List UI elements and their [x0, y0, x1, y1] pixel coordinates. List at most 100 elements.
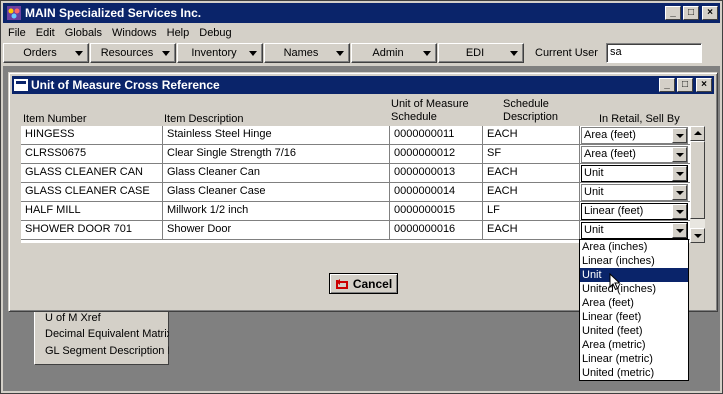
close-button[interactable]: × [702, 6, 718, 20]
edi-button[interactable]: EDI [438, 43, 524, 63]
item-description-cell[interactable]: Glass Cleaner Case [163, 183, 390, 202]
uom-schedule-cell[interactable]: 0000000011 [390, 126, 483, 145]
dropdown-arrow-icon [423, 51, 431, 56]
uom-schedule-cell[interactable]: 0000000015 [390, 202, 483, 221]
sell-by-select[interactable]: Unit [581, 165, 688, 182]
item-description-cell[interactable]: Millwork 1/2 inch [163, 202, 390, 221]
dropdown-arrow-icon [162, 51, 170, 56]
header-item-description: Item Description [164, 113, 244, 125]
item-description-cell[interactable]: Shower Door [163, 221, 390, 240]
undo-arrow-icon [335, 278, 348, 289]
sell-by-value: Linear (feet) [584, 205, 644, 217]
item-number-cell[interactable]: GLASS CLEANER CAN [21, 164, 163, 183]
menu-edit[interactable]: Edit [31, 27, 60, 39]
chevron-down-icon[interactable] [672, 204, 687, 219]
menu-windows[interactable]: Windows [107, 27, 162, 39]
menu-globals[interactable]: Globals [60, 27, 107, 39]
inventory-button[interactable]: Inventory [177, 43, 263, 63]
sell-by-cell: Area (feet) [580, 145, 689, 164]
grid-scrollbar[interactable] [690, 126, 705, 243]
scroll-up-button[interactable] [690, 126, 705, 141]
option-united-feet[interactable]: United (feet) [580, 324, 688, 338]
window-icon [14, 79, 28, 91]
option-united-metric[interactable]: United (metric) [580, 366, 688, 380]
sell-by-cell: Unit [580, 164, 689, 183]
sell-by-select[interactable]: Unit [581, 184, 688, 201]
schedule-description-cell[interactable]: EACH [483, 183, 580, 202]
child-title: Unit of Measure Cross Reference [31, 78, 220, 92]
current-user-field[interactable]: sa [605, 43, 702, 63]
admin-label: Admin [372, 47, 404, 59]
menu-file[interactable]: File [3, 27, 31, 39]
mouse-pointer-icon [609, 273, 621, 291]
orders-button[interactable]: Orders [3, 43, 89, 63]
minimize-button[interactable]: _ [665, 6, 681, 20]
scroll-down-button[interactable] [690, 228, 705, 243]
uom-grid: HINGESS Stainless Steel Hinge 0000000011… [21, 126, 705, 243]
menu-debug[interactable]: Debug [194, 27, 236, 39]
option-linear-metric[interactable]: Linear (metric) [580, 352, 688, 366]
schedule-description-cell[interactable]: EACH [483, 221, 580, 240]
item-number-cell[interactable]: CLRSS0675 [21, 145, 163, 164]
inventory-label: Inventory [191, 47, 237, 59]
uom-schedule-cell[interactable]: 0000000013 [390, 164, 483, 183]
option-area-feet[interactable]: Area (feet) [580, 296, 688, 310]
item-number-cell[interactable]: HINGESS [21, 126, 163, 145]
chevron-down-icon[interactable] [672, 166, 687, 181]
schedule-description-cell[interactable]: LF [483, 202, 580, 221]
menu-item-gl-segment[interactable]: GL Segment Description I [45, 345, 169, 357]
option-linear-feet[interactable]: Linear (feet) [580, 310, 688, 324]
option-unit[interactable]: Unit [580, 268, 688, 282]
table-row: CLRSS0675 Clear Single Strength 7/16 000… [21, 145, 705, 164]
dropdown-arrow-icon [336, 51, 344, 56]
resources-label: Resources [100, 47, 154, 59]
current-user-label: Current User [535, 47, 598, 59]
table-row: GLASS CLEANER CASE Glass Cleaner Case 00… [21, 183, 705, 202]
sell-by-select[interactable]: Unit [581, 222, 688, 239]
menu-item-decimal-matrix[interactable]: Decimal Equivalent Matrix [45, 328, 169, 340]
table-row: HINGESS Stainless Steel Hinge 0000000011… [21, 126, 705, 145]
chevron-down-icon[interactable] [672, 223, 687, 238]
item-description-cell[interactable]: Stainless Steel Hinge [163, 126, 390, 145]
resources-button[interactable]: Resources [90, 43, 176, 63]
child-close-button[interactable]: × [696, 78, 712, 92]
scroll-thumb[interactable] [690, 141, 705, 219]
item-description-cell[interactable]: Glass Cleaner Can [163, 164, 390, 183]
child-maximize-button[interactable]: □ [677, 78, 693, 92]
close-icon: × [707, 7, 713, 18]
item-number-cell[interactable]: GLASS CLEANER CASE [21, 183, 163, 202]
option-area-metric[interactable]: Area (metric) [580, 338, 688, 352]
chevron-down-icon[interactable] [672, 128, 687, 143]
header-sell-by: In Retail, Sell By [599, 113, 680, 125]
header-uom-line1: Unit of Measure [391, 98, 469, 110]
schedule-description-cell[interactable]: EACH [483, 164, 580, 183]
sell-by-select[interactable]: Area (feet) [581, 127, 688, 144]
uom-schedule-cell[interactable]: 0000000014 [390, 183, 483, 202]
chevron-down-icon[interactable] [672, 185, 687, 200]
chevron-down-icon[interactable] [672, 147, 687, 162]
names-button[interactable]: Names [264, 43, 350, 63]
uom-schedule-cell[interactable]: 0000000016 [390, 221, 483, 240]
dropdown-arrow-icon [75, 51, 83, 56]
menu-item-uom-xref[interactable]: U of M Xref [45, 312, 169, 324]
child-minimize-button[interactable]: _ [659, 78, 675, 92]
item-description-cell[interactable]: Clear Single Strength 7/16 [163, 145, 390, 164]
names-label: Names [283, 47, 319, 59]
option-united-inches[interactable]: United (inches) [580, 282, 688, 296]
option-linear-inches[interactable]: Linear (inches) [580, 254, 688, 268]
cancel-button[interactable]: Cancel [329, 273, 398, 294]
schedule-description-cell[interactable]: SF [483, 145, 580, 164]
sell-by-select[interactable]: Linear (feet) [581, 203, 688, 220]
menu-help[interactable]: Help [162, 27, 195, 39]
schedule-description-cell[interactable]: EACH [483, 126, 580, 145]
sell-by-cell: Linear (feet) [580, 202, 689, 221]
maximize-button[interactable]: □ [683, 6, 699, 20]
item-number-cell[interactable]: HALF MILL [21, 202, 163, 221]
app-titlebar: MAIN Specialized Services Inc. _ □ × [3, 3, 720, 23]
sell-by-select[interactable]: Area (feet) [581, 146, 688, 163]
sell-by-cell: Area (feet) [580, 126, 689, 145]
item-number-cell[interactable]: SHOWER DOOR 701 [21, 221, 163, 240]
admin-button[interactable]: Admin [351, 43, 437, 63]
uom-schedule-cell[interactable]: 0000000012 [390, 145, 483, 164]
option-area-inches[interactable]: Area (inches) [580, 240, 688, 254]
